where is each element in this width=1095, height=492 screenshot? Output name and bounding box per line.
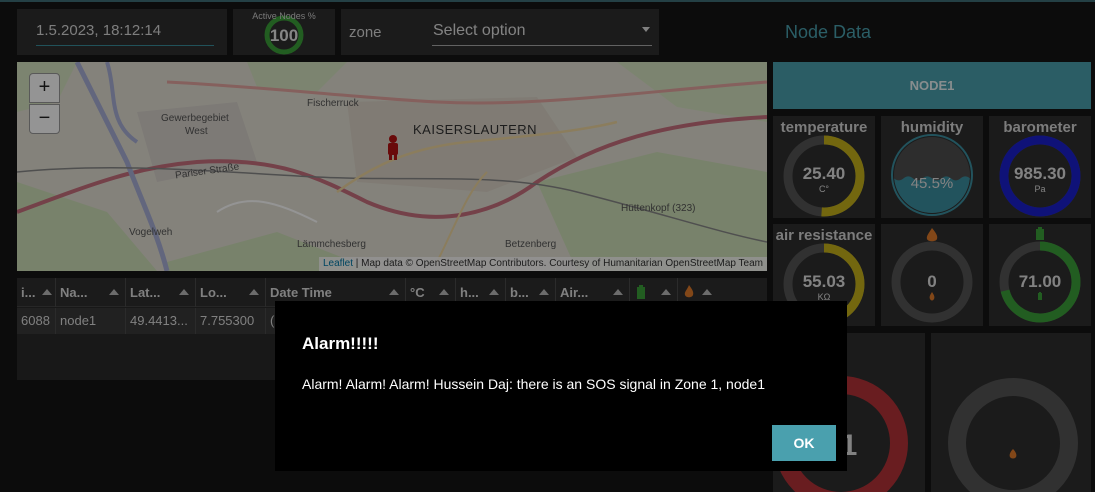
alarm-dialog-message: Alarm! Alarm! Alarm! Hussein Daj: there … (302, 376, 765, 392)
ok-button[interactable]: OK (772, 425, 836, 461)
alarm-dialog-title: Alarm!!!!! (302, 334, 379, 353)
alarm-dialog: Alarm!!!!! Alarm! Alarm! Alarm! Hussein … (275, 301, 847, 471)
